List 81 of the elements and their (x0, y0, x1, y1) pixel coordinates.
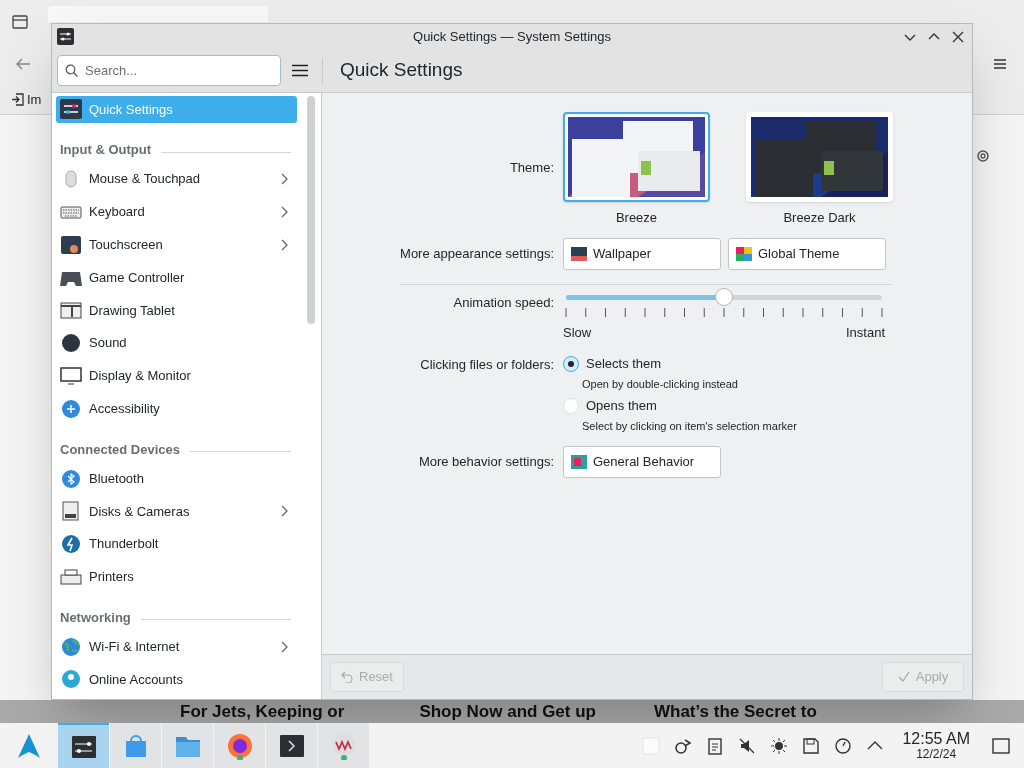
import-icon (11, 93, 24, 107)
sidebar-item[interactable]: Mouse & Touchpad (56, 165, 298, 193)
radio-option[interactable]: Opens them (563, 396, 972, 416)
search-icon (65, 64, 78, 77)
search-field[interactable]: Search... (57, 55, 281, 86)
item-icon (60, 636, 82, 657)
brightness-icon[interactable] (770, 736, 789, 755)
show-desktop-icon[interactable] (992, 736, 1010, 755)
section-header: Networking (60, 608, 131, 627)
field-label: More behavior settings: (418, 454, 554, 470)
radio-button[interactable] (563, 355, 579, 372)
clock[interactable]: 12:55 AM 12/2/24 (902, 731, 970, 760)
headline[interactable]: What’s the Secret to (654, 700, 817, 723)
theme-name: Breeze (615, 209, 658, 227)
bookmark-link[interactable]: Im (11, 90, 42, 110)
item-icon (60, 99, 82, 120)
option-description: Select by clicking on item's selection marker (582, 418, 798, 434)
window-icon (571, 455, 587, 469)
browser-icon (225, 731, 254, 760)
option-description: Open by double-clicking instead (582, 376, 739, 392)
settings-button[interactable]: General Behavior (563, 446, 721, 478)
check-icon (897, 671, 910, 683)
undo-icon (341, 671, 353, 683)
clipboard-icon[interactable] (706, 736, 725, 755)
theme-name: Breeze Dark (783, 209, 856, 227)
section-header: Input & Output (60, 141, 151, 160)
clock-date: 12/2/24 (916, 748, 957, 760)
field-label: Theme: (509, 160, 554, 175)
sidebar-item[interactable]: Drawing Tablet (56, 296, 298, 324)
taskbar-button[interactable] (266, 723, 317, 768)
item-icon (60, 234, 82, 255)
item-icon (60, 398, 82, 419)
sidebar-item[interactable]: Thunderbolt (56, 530, 298, 558)
bookmark-label: Im (27, 91, 42, 109)
muted-speaker-icon[interactable] (738, 736, 757, 755)
sidebar-item[interactable]: Sound (56, 329, 298, 357)
taskbar-button[interactable] (214, 723, 265, 768)
sidebar-item[interactable]: Printers (56, 563, 298, 591)
taskbar-button[interactable] (58, 723, 109, 768)
clock-time: 12:55 AM (902, 731, 970, 747)
item-icon (60, 669, 82, 690)
field-label: Clicking files or folders: (420, 357, 554, 372)
window-icon (736, 246, 752, 261)
field-label: Animation speed: (453, 294, 554, 310)
slider-handle[interactable] (715, 287, 733, 306)
section-header: Connected Devices (60, 440, 180, 459)
sidebar-item[interactable]: Touchscreen (56, 231, 298, 259)
headline[interactable]: For Jets, Keeping or (180, 700, 345, 723)
window-list-icon[interactable] (12, 15, 28, 29)
radio-option[interactable]: Selects them (563, 354, 972, 374)
menu-icon[interactable] (292, 64, 308, 77)
window-title: Quick Settings — System Settings (413, 27, 611, 46)
sidebar-item[interactable]: Online Accounts (56, 666, 298, 693)
settings-button[interactable]: Global Theme (728, 237, 886, 270)
item-icon (60, 366, 82, 387)
item-icon (60, 468, 82, 489)
item-icon (60, 534, 82, 555)
app-icon (57, 28, 74, 45)
gauge-icon[interactable] (834, 736, 853, 755)
field-label: More appearance settings: (400, 245, 554, 261)
sidebar-item[interactable]: Keyboard (56, 198, 298, 226)
scrollbar-handle[interactable] (307, 96, 316, 324)
slider-max-label: Instant (845, 323, 885, 342)
sidebar-item[interactable]: Display & Monitor (56, 362, 298, 390)
headline[interactable]: Shop Now and Get up (419, 700, 596, 723)
sidebar-item[interactable]: Accessibility (56, 395, 298, 423)
item-icon (60, 567, 82, 587)
back-icon[interactable] (15, 57, 31, 71)
slider-min-label: Slow (563, 323, 592, 342)
sidebar-item[interactable]: Bluetooth (56, 465, 298, 492)
item-icon (60, 300, 82, 321)
menu-icon[interactable] (993, 58, 1007, 70)
sidebar-item[interactable]: Disks & Cameras (56, 497, 298, 525)
item-icon (60, 333, 82, 354)
settings-button[interactable]: Wallpaper (563, 237, 721, 270)
window-icon (571, 246, 587, 261)
item-icon (60, 501, 82, 522)
close-button[interactable] (952, 30, 964, 43)
sidebar-item[interactable]: Game Controller (56, 264, 298, 291)
page-title: Quick Settings (340, 58, 463, 83)
sidebar-item[interactable]: Wi-Fi & Internet (56, 633, 298, 661)
